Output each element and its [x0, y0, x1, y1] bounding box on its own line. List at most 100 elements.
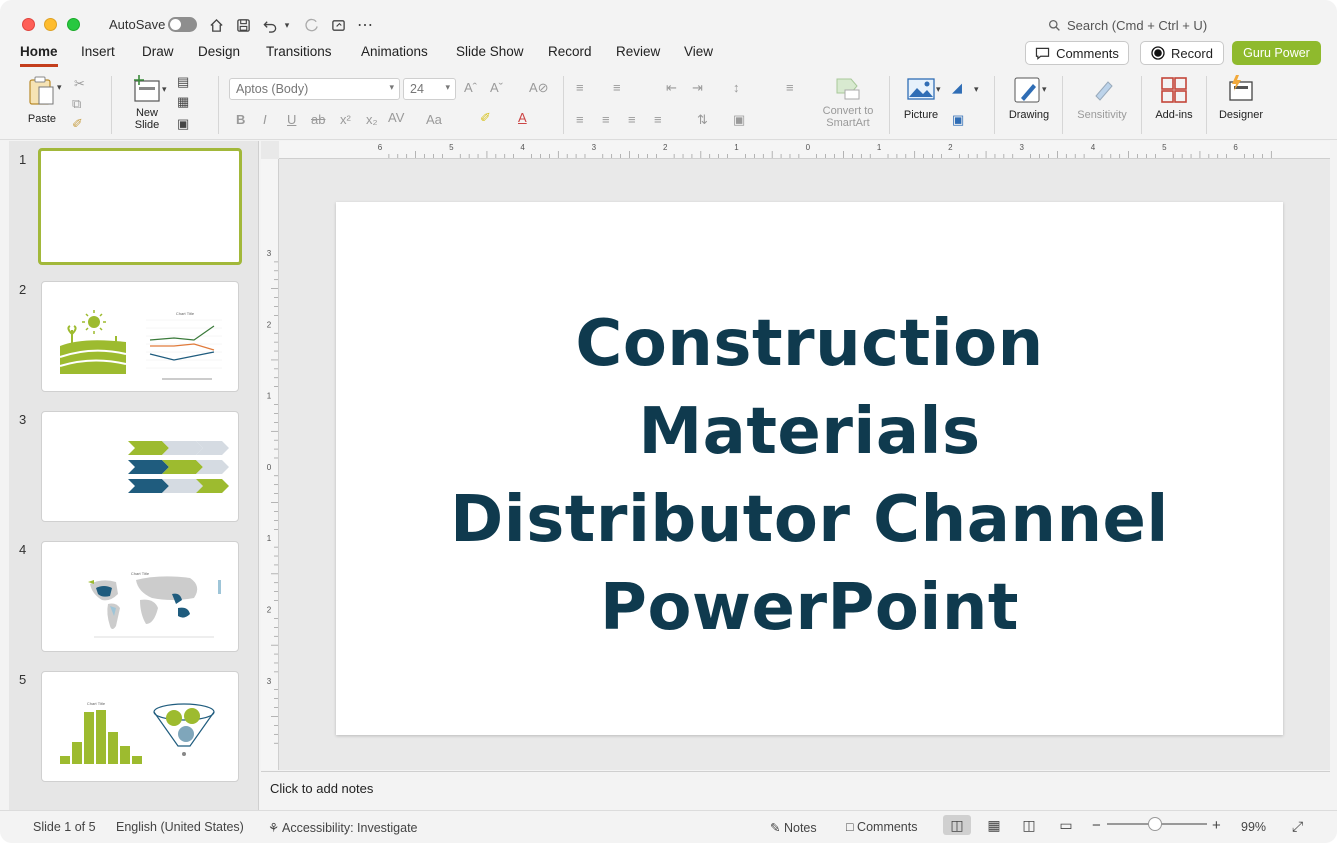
- tab-transitions[interactable]: Transitions: [266, 44, 332, 64]
- undo-icon[interactable]: [261, 16, 279, 34]
- font-name-select[interactable]: Aptos (Body) ▾: [229, 78, 400, 100]
- tab-view[interactable]: View: [684, 44, 713, 64]
- tab-design[interactable]: Design: [198, 44, 240, 64]
- guru-power-button[interactable]: Guru Power: [1232, 41, 1321, 65]
- comments-status-label: Comments: [857, 820, 918, 834]
- ruler-label: 1: [877, 143, 882, 152]
- align-left-icon[interactable]: ≡: [576, 112, 584, 127]
- minimize-window-button[interactable]: [44, 18, 57, 31]
- cut-icon[interactable]: ✂: [74, 76, 85, 92]
- zoom-slider-handle[interactable]: [1148, 817, 1162, 831]
- font-color-icon[interactable]: A: [518, 110, 527, 125]
- tab-draw[interactable]: Draw: [142, 44, 174, 64]
- more-icon[interactable]: ⋯: [356, 16, 374, 34]
- normal-view-icon[interactable]: ◫: [943, 815, 971, 835]
- highlight-icon[interactable]: ✐: [480, 110, 491, 126]
- change-case-icon[interactable]: Aa: [426, 112, 442, 127]
- tab-record[interactable]: Record: [548, 44, 592, 64]
- italic-icon[interactable]: I: [263, 112, 267, 127]
- superscript-icon[interactable]: x²: [340, 112, 351, 127]
- chevron-down-icon: ▾: [389, 82, 394, 92]
- align-center-icon[interactable]: ≡: [602, 112, 610, 127]
- bold-icon[interactable]: B: [236, 112, 245, 127]
- drawing-button[interactable]: Drawing: [1004, 76, 1054, 121]
- comments-button[interactable]: Comments: [1025, 41, 1129, 65]
- slide-canvas[interactable]: Construction Materials Distributor Chann…: [336, 202, 1283, 735]
- character-spacing-icon[interactable]: AV: [388, 110, 404, 125]
- text-box-icon[interactable]: ▣: [952, 112, 964, 128]
- zoom-level[interactable]: 99%: [1241, 820, 1266, 834]
- slide-thumbnail-2[interactable]: Chart Title: [41, 281, 239, 392]
- comment-icon: □: [846, 820, 854, 834]
- save-icon[interactable]: [234, 16, 252, 34]
- paste-button[interactable]: Paste: [22, 74, 62, 125]
- designer-button[interactable]: Designer: [1214, 74, 1268, 121]
- section-icon[interactable]: ▣: [177, 116, 189, 132]
- new-slide-dropdown-icon[interactable]: ▾: [162, 84, 167, 95]
- strikethrough-icon[interactable]: ab: [311, 112, 325, 127]
- slide-title-line: Construction: [575, 307, 1044, 381]
- subscript-icon[interactable]: x₂: [366, 112, 378, 127]
- bullets-icon[interactable]: ≡: [576, 80, 584, 95]
- slide-title[interactable]: Construction Materials Distributor Chann…: [336, 300, 1283, 652]
- text-direction-icon[interactable]: ⇅: [697, 112, 708, 128]
- reset-icon[interactable]: ▦: [177, 94, 189, 110]
- increase-indent-icon[interactable]: ⇥: [692, 80, 703, 96]
- decrease-font-icon[interactable]: Aˇ: [490, 80, 503, 95]
- picture-button[interactable]: Picture: [898, 76, 944, 121]
- paste-dropdown-icon[interactable]: ▾: [57, 82, 62, 93]
- close-window-button[interactable]: [22, 18, 35, 31]
- notes-pane[interactable]: Click to add notes: [261, 771, 1330, 809]
- slide-thumbnail-4[interactable]: Chart Title: [41, 541, 239, 652]
- slide-sorter-icon[interactable]: ▦: [980, 815, 1008, 835]
- shapes-icon[interactable]: ◢: [952, 80, 962, 96]
- picture-dropdown-icon[interactable]: ▾: [936, 84, 941, 95]
- increase-font-icon[interactable]: Aˆ: [464, 80, 477, 95]
- underline-icon[interactable]: U: [287, 112, 296, 127]
- font-size-select[interactable]: 24 ▾: [403, 78, 456, 100]
- present-icon[interactable]: [329, 16, 347, 34]
- clear-formatting-icon[interactable]: A⊘: [529, 80, 549, 96]
- record-button[interactable]: Record: [1140, 41, 1224, 65]
- columns-icon[interactable]: ≡: [786, 80, 794, 95]
- slide-thumbnail-1[interactable]: [38, 148, 242, 265]
- justify-icon[interactable]: ≡: [654, 112, 662, 127]
- new-slide-button[interactable]: New Slide: [124, 74, 170, 131]
- tab-review[interactable]: Review: [616, 44, 660, 64]
- language-status[interactable]: English (United States): [116, 820, 244, 834]
- accessibility-status[interactable]: ⚘ Accessibility: Investigate: [268, 820, 418, 835]
- decrease-indent-icon[interactable]: ⇤: [666, 80, 677, 96]
- home-icon[interactable]: [207, 16, 225, 34]
- layout-icon[interactable]: ▤: [177, 74, 189, 90]
- copy-icon[interactable]: ⧉: [72, 96, 81, 112]
- zoom-in-icon[interactable]: +: [1212, 817, 1221, 834]
- shapes-dropdown-icon[interactable]: ▾: [974, 84, 979, 95]
- tab-insert[interactable]: Insert: [81, 44, 115, 64]
- comments-toggle[interactable]: □ Comments: [846, 820, 917, 834]
- reading-view-icon[interactable]: ◫: [1015, 815, 1043, 835]
- convert-smartart-button[interactable]: Convert to SmartArt: [818, 76, 878, 129]
- fit-slide-icon[interactable]: ⤢: [1292, 818, 1303, 835]
- zoom-out-icon[interactable]: −: [1092, 817, 1101, 834]
- undo-dropdown-icon[interactable]: ▾: [281, 16, 293, 34]
- align-right-icon[interactable]: ≡: [628, 112, 636, 127]
- addins-button[interactable]: Add-ins: [1150, 76, 1198, 121]
- redo-icon[interactable]: [302, 16, 320, 34]
- zoom-window-button[interactable]: [67, 18, 80, 31]
- title-bar: AutoSave ▾ ⋯ Search (Cmd + Ctrl + U): [0, 0, 1337, 44]
- numbering-icon[interactable]: ≡: [613, 80, 621, 95]
- slide-thumbnail-3[interactable]: [41, 411, 239, 522]
- slide-thumbnail-5[interactable]: Chart Title: [41, 671, 239, 782]
- sensitivity-button[interactable]: Sensitivity: [1070, 76, 1134, 121]
- align-text-icon[interactable]: ▣: [733, 112, 745, 128]
- drawing-dropdown-icon[interactable]: ▾: [1042, 84, 1047, 95]
- tab-slide-show[interactable]: Slide Show: [456, 44, 524, 64]
- autosave-toggle[interactable]: [168, 17, 197, 32]
- search-box[interactable]: Search (Cmd + Ctrl + U): [1048, 18, 1207, 33]
- slide-show-icon[interactable]: ▭: [1052, 815, 1080, 835]
- line-spacing-icon[interactable]: ↕: [733, 80, 740, 95]
- tab-animations[interactable]: Animations: [361, 44, 428, 64]
- notes-toggle[interactable]: ✎ Notes: [770, 820, 817, 835]
- tab-home[interactable]: Home: [20, 44, 58, 67]
- format-painter-icon[interactable]: ✐: [72, 116, 83, 132]
